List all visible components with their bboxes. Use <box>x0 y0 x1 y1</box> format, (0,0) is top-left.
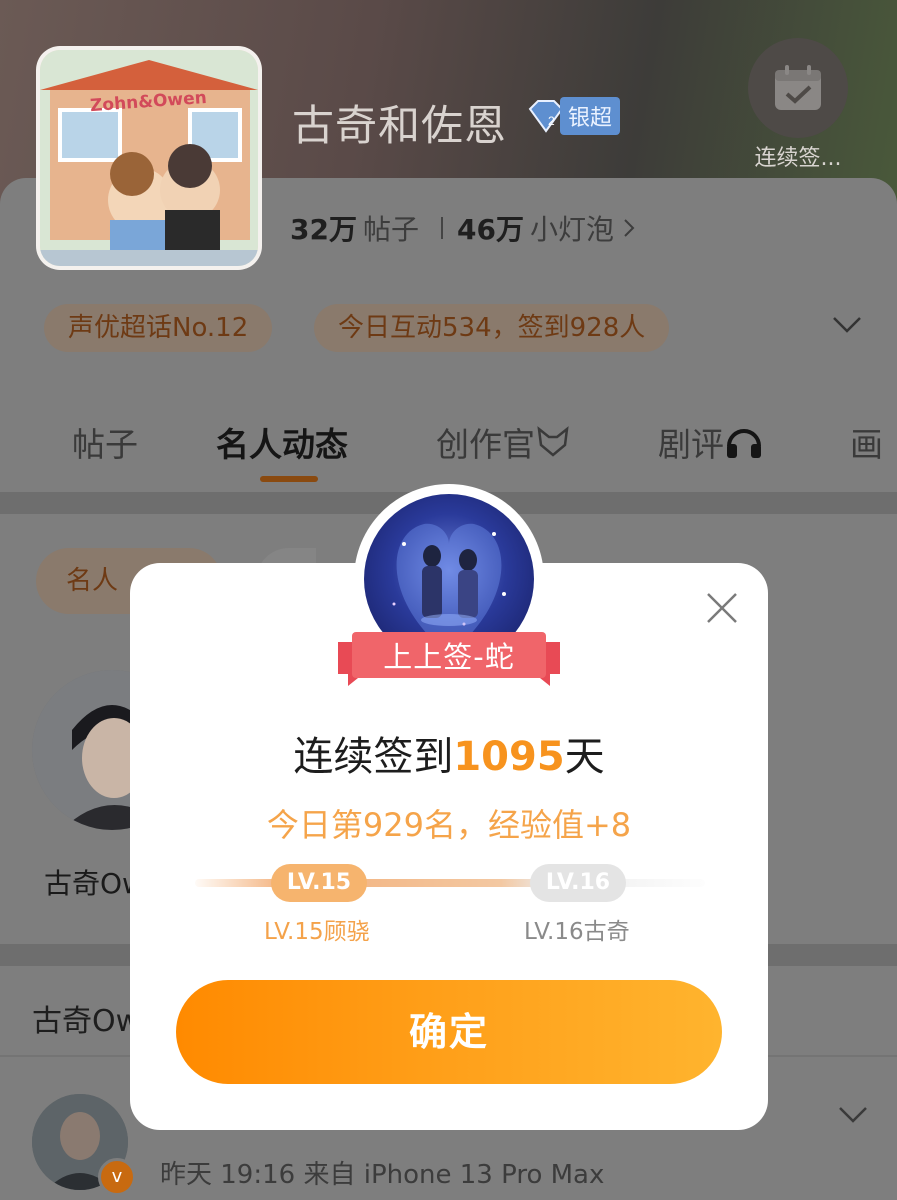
rank-exp-subtitle: 今日第929名，经验值+8 <box>266 806 632 844</box>
stats-row: 32万 帖子 46万 小灯泡 <box>290 208 636 248</box>
current-level-pill: LV.15 <box>271 864 367 902</box>
current-level-label: LV.15顾骁 <box>264 919 370 945</box>
activity-chip[interactable]: 今日互动534，签到928人 <box>314 304 670 352</box>
next-level-pill: LV.16 <box>530 864 626 902</box>
post-author-heading: 古奇Ow <box>32 1004 141 1039</box>
next-level-label: LV.16古奇 <box>524 919 630 945</box>
checkin-label: 连续签... <box>754 146 842 171</box>
confirm-button[interactable]: 确定 <box>176 980 722 1084</box>
streak-days: 1095 <box>453 734 565 780</box>
tab-celebrity[interactable]: 名人动态 <box>216 418 348 466</box>
verified-badge: v <box>98 1158 136 1196</box>
tab-review-label: 剧评 <box>658 425 724 464</box>
post-meta: 昨天 19:16 来自 iPhone 13 Pro Max <box>160 1160 605 1190</box>
active-tab-indicator <box>260 476 318 482</box>
close-icon[interactable] <box>704 590 740 626</box>
expand-chevron-icon[interactable] <box>830 310 864 340</box>
streak-suffix: 天 <box>564 734 605 780</box>
fox-icon <box>537 426 569 457</box>
svg-text:2: 2 <box>548 114 555 128</box>
bulbs-label[interactable]: 小灯泡 <box>530 208 614 248</box>
posts-label: 帖子 <box>362 213 419 246</box>
fortune-label: 上上签-蛇 <box>383 640 515 674</box>
tab-review[interactable]: 剧评 <box>658 418 764 466</box>
tab-drawing[interactable]: 画 <box>850 418 883 466</box>
tab-posts[interactable]: 帖子 <box>72 418 138 466</box>
page-title: 古奇和佐恩 <box>292 101 508 150</box>
super-badge[interactable]: 2 银超 <box>526 96 621 136</box>
tab-creator[interactable]: 创作官 <box>436 418 571 466</box>
bulbs-count[interactable]: 46万 <box>457 208 524 248</box>
calendar-check-icon <box>775 65 821 110</box>
badge-label: 银超 <box>560 97 621 135</box>
streak-prefix: 连续签到 <box>293 734 454 780</box>
headphones-icon <box>727 429 761 458</box>
streak-title: 连续签到1095天 <box>130 724 768 782</box>
rank-chip[interactable]: 声优超话No.12 <box>44 304 273 352</box>
checkin-button[interactable] <box>748 38 848 138</box>
stats-divider <box>440 217 443 239</box>
chevron-right-icon[interactable] <box>622 217 636 239</box>
posts-count: 32万 <box>290 213 357 246</box>
post-menu-chevron-icon[interactable] <box>836 1100 870 1130</box>
supertopic-avatar[interactable] <box>40 50 258 266</box>
tab-creator-label: 创作官 <box>436 425 535 464</box>
